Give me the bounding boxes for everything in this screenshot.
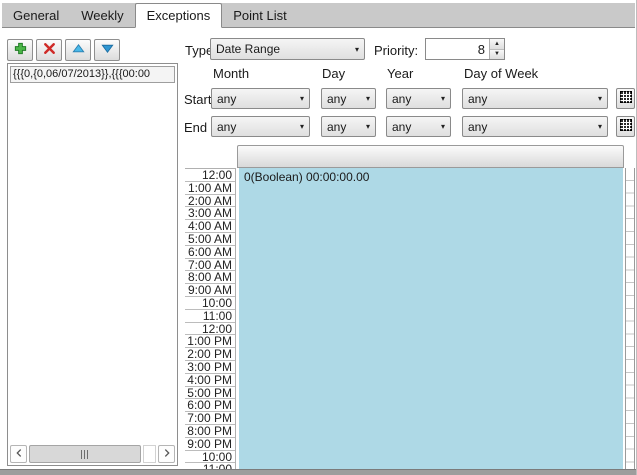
scroll-left-button[interactable] — [10, 445, 27, 463]
column-header-year: Year — [387, 66, 413, 81]
priority-label: Priority: — [374, 43, 418, 58]
move-up-button[interactable] — [65, 39, 91, 61]
add-exception-button[interactable] — [7, 39, 33, 61]
time-label: 9:00 AM — [185, 284, 235, 297]
horizontal-scrollbar[interactable] — [10, 445, 175, 463]
chevron-down-icon: ▾ — [441, 94, 445, 103]
column-header-day: Day — [322, 66, 345, 81]
x-icon — [42, 41, 57, 59]
end-day-of-week-dropdown[interactable]: any ▾ — [462, 116, 608, 137]
tab-point-list[interactable]: Point List — [222, 5, 297, 27]
start-day-dropdown[interactable]: any ▾ — [321, 88, 376, 109]
time-label: 12:00 AM — [185, 169, 235, 182]
chevron-down-icon: ▾ — [441, 122, 445, 131]
spinner-up-button[interactable]: ▲ — [490, 39, 504, 50]
start-calendar-picker-button[interactable] — [616, 88, 635, 109]
end-year-value: any — [392, 120, 437, 134]
scroll-right-button[interactable] — [158, 445, 175, 463]
schedule-event-label: 0(Boolean) 00:00:00.00 — [239, 168, 623, 184]
time-gutter: 12:00 AM1:00 AM2:00 AM3:00 AM4:00 AM5:00… — [185, 168, 236, 469]
time-label: 7:00 PM — [185, 412, 235, 425]
time-label: 6:00 AM — [185, 246, 235, 259]
triangle-down-icon — [100, 41, 115, 59]
chevron-down-icon: ▾ — [355, 45, 359, 54]
start-day-of-week-value: any — [468, 92, 594, 106]
exception-list-item[interactable]: {{{0,{0,06/07/2013}},{{{00:00 — [10, 66, 175, 83]
chevron-down-icon: ▾ — [366, 122, 370, 131]
priority-value[interactable]: 8 — [426, 39, 489, 59]
start-day-of-week-dropdown[interactable]: any ▾ — [462, 88, 608, 109]
column-header-month: Month — [213, 66, 249, 81]
scrollbar-thumb[interactable] — [29, 445, 141, 463]
end-month-value: any — [217, 120, 296, 134]
time-label: 7:00 AM — [185, 259, 235, 272]
start-day-value: any — [327, 92, 362, 106]
end-month-dropdown[interactable]: any ▾ — [211, 116, 310, 137]
time-label: 4:00 PM — [185, 374, 235, 387]
chevron-down-icon: ▾ — [366, 94, 370, 103]
thumb-grip-icon — [81, 450, 89, 459]
time-label: 11:00 AM — [185, 310, 235, 323]
schedule-scrollbar-vertical[interactable] — [625, 168, 635, 469]
window-bottom-border — [0, 469, 637, 475]
scrollbar-track[interactable] — [143, 445, 156, 463]
spinner-buttons: ▲ ▼ — [489, 39, 504, 59]
time-label: 3:00 PM — [185, 361, 235, 374]
type-dropdown[interactable]: Date Range ▾ — [210, 38, 365, 60]
end-day-value: any — [327, 120, 362, 134]
end-label: End — [184, 120, 207, 135]
tab-general[interactable]: General — [2, 5, 70, 27]
exceptions-window: General Weekly Exceptions Point List {{{… — [0, 0, 637, 475]
time-label: 4:00 AM — [185, 220, 235, 233]
time-label: 8:00 AM — [185, 271, 235, 284]
plus-icon — [13, 41, 28, 59]
time-label: 2:00 AM — [185, 195, 235, 208]
grid-calendar-icon — [620, 91, 632, 106]
chevron-down-icon: ▾ — [598, 122, 602, 131]
triangle-up-icon — [71, 41, 86, 59]
time-label: 10:00 AM — [185, 297, 235, 310]
chevron-down-icon: ▾ — [300, 122, 304, 131]
time-label: 5:00 PM — [185, 387, 235, 400]
priority-spinner[interactable]: 8 ▲ ▼ — [425, 38, 505, 60]
delete-exception-button[interactable] — [36, 39, 62, 61]
start-month-dropdown[interactable]: any ▾ — [211, 88, 310, 109]
type-dropdown-value: Date Range — [216, 42, 351, 56]
chevron-down-icon: ▾ — [300, 94, 304, 103]
grid-calendar-icon — [620, 119, 632, 134]
time-label: 9:00 PM — [185, 438, 235, 451]
move-down-button[interactable] — [94, 39, 120, 61]
start-year-value: any — [392, 92, 437, 106]
time-label: 1:00 AM — [185, 182, 235, 195]
time-label: 3:00 AM — [185, 207, 235, 220]
tab-exceptions[interactable]: Exceptions — [135, 3, 223, 28]
chevron-left-icon — [14, 447, 24, 462]
time-label: 6:00 PM — [185, 399, 235, 412]
tab-weekly[interactable]: Weekly — [70, 5, 134, 27]
time-label: 10:00 PM — [185, 451, 235, 464]
end-calendar-picker-button[interactable] — [616, 116, 635, 137]
schedule-event-area[interactable]: 0(Boolean) 00:00:00.00 — [239, 168, 623, 469]
end-year-dropdown[interactable]: any ▾ — [386, 116, 451, 137]
time-label: 12:00 PM — [185, 323, 235, 336]
chevron-right-icon — [162, 447, 172, 462]
time-label: 1:00 PM — [185, 335, 235, 348]
chevron-down-icon: ▾ — [598, 94, 602, 103]
time-label: 2:00 PM — [185, 348, 235, 361]
start-year-dropdown[interactable]: any ▾ — [386, 88, 451, 109]
time-label: 8:00 PM — [185, 425, 235, 438]
tab-bar: General Weekly Exceptions Point List — [2, 3, 635, 28]
end-day-dropdown[interactable]: any ▾ — [321, 116, 376, 137]
start-month-value: any — [217, 92, 296, 106]
spinner-down-button[interactable]: ▼ — [490, 50, 504, 60]
exception-listbox[interactable]: {{{0,{0,06/07/2013}},{{{00:00 — [7, 63, 178, 466]
schedule-column-header — [237, 145, 624, 168]
end-day-of-week-value: any — [468, 120, 594, 134]
time-label: 5:00 AM — [185, 233, 235, 246]
column-header-day-of-week: Day of Week — [464, 66, 538, 81]
start-label: Start — [184, 92, 211, 107]
